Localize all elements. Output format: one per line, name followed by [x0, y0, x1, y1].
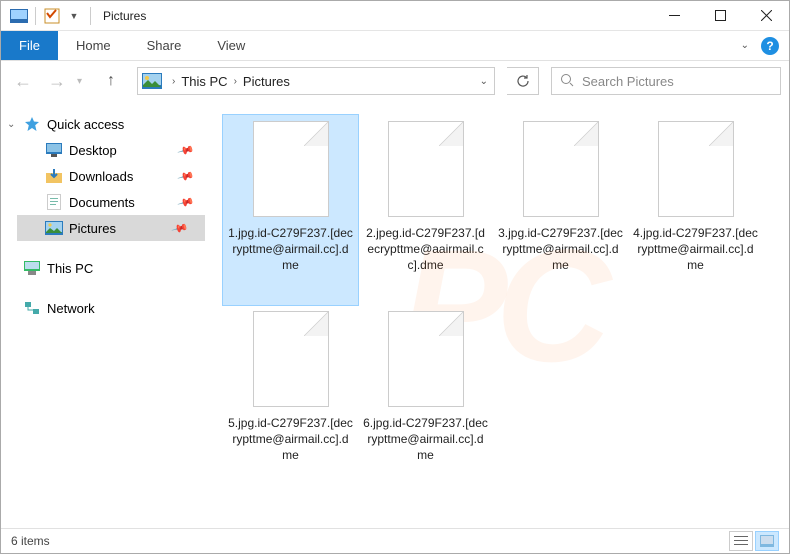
quick-access-toolbar: ▼ Pictures — [1, 6, 146, 26]
ribbon-expand-icon[interactable]: ⌄ — [741, 40, 749, 51]
tab-view[interactable]: View — [199, 31, 263, 60]
sidebar-item-label: This PC — [47, 261, 93, 276]
sidebar-item-label: Pictures — [69, 221, 116, 236]
search-input[interactable]: Search Pictures — [551, 67, 781, 95]
sidebar-item-label: Downloads — [69, 169, 133, 184]
file-name: 4.jpg.id-C279F237.[decrypttme@airmail.cc… — [633, 225, 758, 274]
close-button[interactable] — [743, 1, 789, 31]
address-bar[interactable]: › This PC › Pictures ⌄ — [137, 67, 495, 95]
recent-locations-icon[interactable]: ▾ — [77, 76, 91, 87]
breadcrumb-segment[interactable]: This PC — [181, 74, 227, 89]
sidebar-item-label: Desktop — [69, 143, 117, 158]
sidebar-this-pc[interactable]: This PC — [17, 255, 211, 281]
chevron-right-icon[interactable]: › — [234, 76, 237, 87]
explorer-icon — [9, 6, 29, 26]
window-title: Pictures — [103, 9, 146, 23]
address-bar-row: ← → ▾ ↑ › This PC › Pictures ⌄ Search Pi… — [1, 61, 789, 101]
ribbon: File Home Share View ⌄ ? — [1, 31, 789, 61]
qat-divider — [90, 7, 91, 25]
file-name: 6.jpg.id-C279F237.[decrypttme@airmail.cc… — [363, 415, 488, 464]
up-button[interactable]: ↑ — [97, 67, 125, 95]
qat-divider — [35, 7, 36, 25]
star-icon — [23, 116, 41, 132]
file-icon — [253, 311, 329, 407]
sidebar-item-label: Documents — [69, 195, 135, 210]
file-icon — [658, 121, 734, 217]
tab-home[interactable]: Home — [58, 31, 129, 60]
documents-icon — [45, 194, 63, 210]
file-icon — [388, 121, 464, 217]
help-icon[interactable]: ? — [761, 37, 779, 55]
breadcrumb-segment[interactable]: Pictures — [243, 74, 290, 89]
pin-icon: 📌 — [171, 219, 189, 237]
pin-icon: 📌 — [177, 193, 195, 211]
sidebar-item-desktop[interactable]: Desktop 📌 — [17, 137, 211, 163]
file-item[interactable]: 3.jpg.id-C279F237.[decrypttme@airmail.cc… — [493, 115, 628, 305]
file-name: 5.jpg.id-C279F237.[decrypttme@airmail.cc… — [228, 415, 353, 464]
search-placeholder: Search Pictures — [582, 74, 674, 89]
file-item[interactable]: 5.jpg.id-C279F237.[decrypttme@airmail.cc… — [223, 305, 358, 495]
tab-share[interactable]: Share — [129, 31, 200, 60]
sidebar-item-pictures[interactable]: Pictures 📌 — [17, 215, 205, 241]
pictures-icon — [45, 220, 63, 236]
desktop-icon — [45, 142, 63, 158]
pc-icon — [23, 260, 41, 276]
file-tab[interactable]: File — [1, 31, 58, 60]
file-pane[interactable]: PC 1.jpg.id-C279F237.[decrypttme@airmail… — [211, 101, 789, 528]
refresh-button[interactable] — [507, 67, 539, 95]
details-view-button[interactable] — [729, 531, 753, 551]
sidebar-item-documents[interactable]: Documents 📌 — [17, 189, 211, 215]
file-name: 3.jpg.id-C279F237.[decrypttme@airmail.cc… — [498, 225, 623, 274]
forward-button[interactable]: → — [43, 67, 71, 95]
file-item[interactable]: 1.jpg.id-C279F237.[decrypttme@airmail.cc… — [223, 115, 358, 305]
maximize-button[interactable] — [697, 1, 743, 31]
chevron-right-icon[interactable]: › — [172, 76, 175, 87]
sidebar-network[interactable]: Network — [17, 295, 211, 321]
titlebar: ▼ Pictures — [1, 1, 789, 31]
file-name: 2.jpeg.id-C279F237.[decrypttme@aairmail.… — [363, 225, 488, 274]
sidebar-item-label: Network — [47, 301, 95, 316]
nav-sidebar: ⌄ Quick access Desktop 📌 Downloads 📌 Doc — [1, 101, 211, 528]
status-bar: 6 items — [1, 528, 789, 553]
window-controls — [651, 1, 789, 31]
minimize-button[interactable] — [651, 1, 697, 31]
pin-icon: 📌 — [177, 141, 195, 159]
pin-icon: 📌 — [177, 167, 195, 185]
search-icon — [560, 73, 574, 90]
item-count: 6 items — [11, 534, 50, 548]
qat-dropdown-icon[interactable]: ▼ — [64, 6, 84, 26]
file-icon — [388, 311, 464, 407]
pictures-icon — [142, 73, 162, 89]
downloads-icon — [45, 168, 63, 184]
file-item[interactable]: 6.jpg.id-C279F237.[decrypttme@airmail.cc… — [358, 305, 493, 495]
file-name: 1.jpg.id-C279F237.[decrypttme@airmail.cc… — [228, 225, 353, 274]
address-dropdown-icon[interactable]: ⌄ — [480, 76, 488, 87]
file-item[interactable]: 2.jpeg.id-C279F237.[decrypttme@aairmail.… — [358, 115, 493, 305]
chevron-down-icon[interactable]: ⌄ — [7, 119, 15, 130]
network-icon — [23, 300, 41, 316]
thumbnails-view-button[interactable] — [755, 531, 779, 551]
sidebar-quick-access[interactable]: ⌄ Quick access — [17, 111, 211, 137]
sidebar-item-label: Quick access — [47, 117, 124, 132]
sidebar-item-downloads[interactable]: Downloads 📌 — [17, 163, 211, 189]
back-button[interactable]: ← — [9, 67, 37, 95]
file-item[interactable]: 4.jpg.id-C279F237.[decrypttme@airmail.cc… — [628, 115, 763, 305]
file-icon — [523, 121, 599, 217]
properties-icon[interactable] — [42, 6, 62, 26]
file-icon — [253, 121, 329, 217]
